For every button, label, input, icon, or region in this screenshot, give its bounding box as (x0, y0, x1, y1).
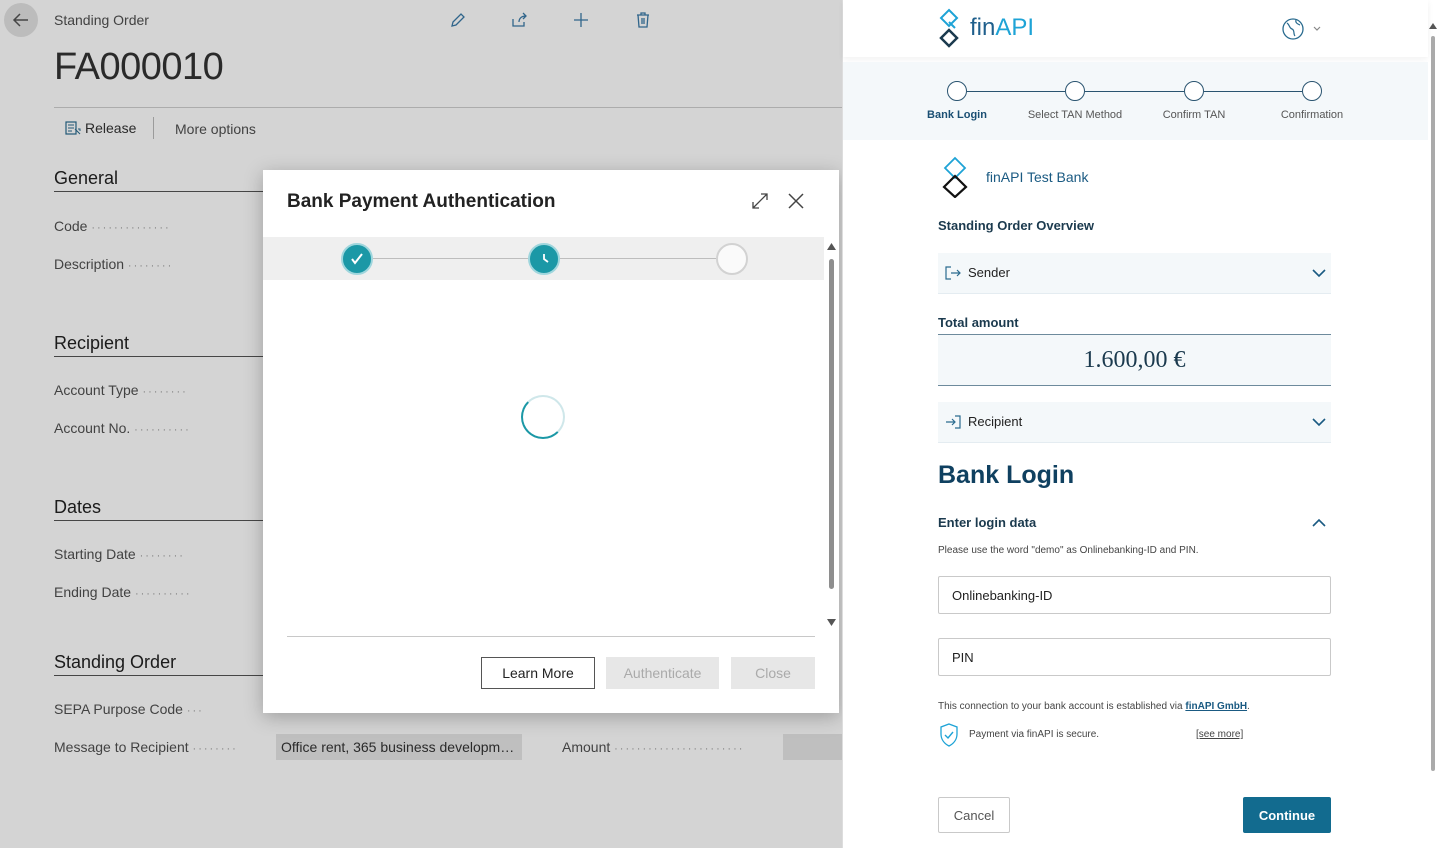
secure-info: Payment via finAPI is secure. [see more] (938, 722, 1258, 752)
finapi-stepper: Bank Login Select TAN Method Confirm TAN… (843, 62, 1428, 140)
close-icon[interactable] (786, 191, 806, 211)
step-pending (716, 243, 748, 275)
shield-check-icon (940, 723, 958, 747)
chevron-up-icon[interactable] (1311, 515, 1327, 531)
bank-login-title: Bank Login (938, 461, 1075, 489)
total-amount-label: Total amount (938, 315, 1019, 330)
step-confirm-tan-dot (1184, 81, 1204, 101)
bank-info: finAPI Test Bank (938, 156, 1088, 198)
step-confirm-tan-label: Confirm TAN (1162, 109, 1226, 121)
step-confirmation-label: Confirmation (1280, 109, 1344, 121)
bank-name: finAPI Test Bank (986, 169, 1089, 185)
dialog-divider (287, 636, 815, 637)
authenticate-button[interactable]: Authenticate (606, 657, 719, 689)
bank-payment-auth-dialog: Bank Payment Authentication Learn More A… (263, 170, 839, 713)
see-more-link[interactable]: [see more] (1196, 729, 1243, 740)
stepper-line (967, 91, 1065, 92)
recipient-icon (946, 415, 961, 429)
step-select-tan-dot (1065, 81, 1085, 101)
finapi-header: finAPI (843, 0, 1428, 57)
login-section-title[interactable]: Enter login data (938, 515, 1036, 530)
dialog-title: Bank Payment Authentication (287, 191, 556, 212)
recipient-accordion[interactable]: Recipient (938, 402, 1331, 443)
pin-input[interactable]: PIN (938, 638, 1331, 676)
panel-scrollbar[interactable] (1428, 16, 1438, 772)
finapi-logo: finAPI (938, 8, 1034, 48)
finapi-logo-icon (939, 8, 959, 48)
finapi-gmbh-link[interactable]: finAPI GmbH (1185, 701, 1247, 712)
modal-scrollbar[interactable] (824, 237, 839, 632)
sender-icon (945, 266, 961, 280)
stepper-line (373, 258, 528, 259)
globe-icon (1282, 18, 1321, 40)
login-hint: Please use the word "demo" as Onlinebank… (938, 545, 1199, 556)
total-amount-value: 1.600,00 € (938, 334, 1331, 386)
expand-icon[interactable] (751, 192, 769, 210)
standing-order-overview-title: Standing Order Overview (938, 218, 1095, 233)
stepper-line (1085, 91, 1184, 92)
stepper-line (1204, 91, 1302, 92)
chevron-down-icon (1312, 269, 1326, 278)
step-completed (341, 243, 373, 275)
sender-accordion[interactable]: Sender (938, 253, 1331, 294)
finapi-panel: finAPI Bank Login Select TAN Method Conf… (842, 0, 1439, 848)
sender-label: Sender (968, 265, 1010, 280)
step-in-progress (528, 243, 560, 275)
stepper-line (559, 258, 716, 259)
step-bank-login-dot (947, 81, 967, 101)
auth-progress-stepper (263, 237, 824, 280)
secure-text: Payment via finAPI is secure. (969, 729, 1100, 740)
bank-logo-icon (942, 156, 968, 198)
onlinebanking-id-input[interactable]: Onlinebanking-ID (938, 576, 1331, 614)
language-selector[interactable] (1281, 17, 1321, 46)
recipient-label: Recipient (968, 414, 1023, 429)
close-button[interactable]: Close (731, 657, 815, 689)
continue-button[interactable]: Continue (1243, 797, 1331, 833)
cancel-button[interactable]: Cancel (938, 797, 1010, 833)
step-select-tan-label: Select TAN Method (1027, 109, 1123, 121)
step-confirmation-dot (1302, 81, 1322, 101)
loading-spinner (521, 395, 565, 439)
chevron-down-icon (1312, 418, 1326, 427)
clock-icon (543, 254, 549, 263)
connection-info: This connection to your bank account is … (938, 701, 1250, 712)
learn-more-button[interactable]: Learn More (481, 657, 595, 689)
step-bank-login-label: Bank Login (927, 109, 987, 121)
check-icon (351, 253, 363, 265)
